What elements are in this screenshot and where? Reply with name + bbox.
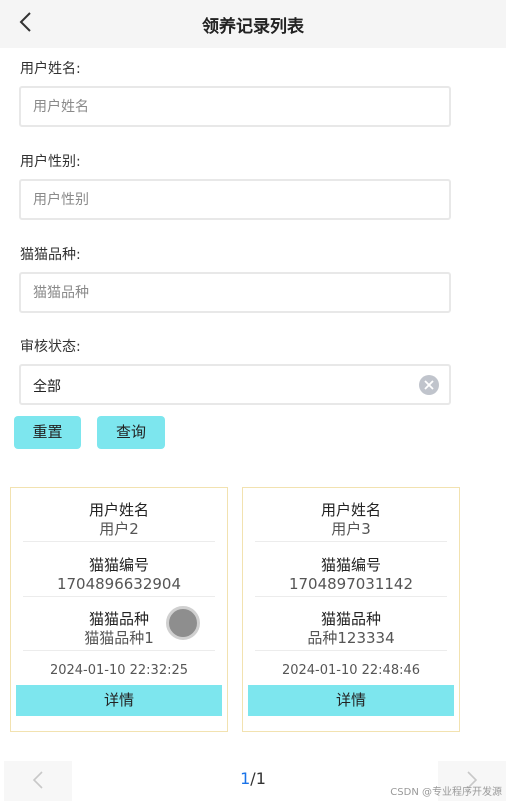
card-divider — [255, 596, 447, 597]
detail-button[interactable]: 详情 — [248, 685, 454, 716]
page-title: 领养记录列表 — [202, 17, 304, 37]
card-breed-label: 猫猫品种 — [320, 610, 381, 628]
card-cat-number-value: 1704896632904 — [56, 575, 182, 593]
card-username-label: 用户姓名 — [88, 501, 149, 519]
card-breed: 猫猫品种 品种123334 — [243, 610, 459, 648]
detail-button[interactable]: 详情 — [16, 685, 222, 716]
status-label: 审核状态: — [20, 339, 81, 355]
card-breed-value: 品种123334 — [307, 629, 395, 647]
card-username: 用户姓名 用户3 — [243, 501, 459, 539]
watermark: CSDN @专业程序开发源 — [390, 787, 502, 798]
username-label: 用户姓名: — [20, 61, 81, 77]
total-pages: /1 — [250, 769, 266, 788]
card-divider — [23, 650, 215, 651]
reset-button[interactable]: 重置 — [14, 416, 81, 449]
card-divider — [255, 650, 447, 651]
card-divider — [255, 541, 447, 542]
card-cat-number: 猫猫编号 1704896632904 — [11, 556, 227, 594]
breed-input[interactable] — [19, 272, 451, 313]
top-bar: 领养记录列表 — [0, 0, 506, 48]
card-username: 用户姓名 用户2 — [11, 501, 227, 539]
clear-icon[interactable] — [419, 375, 439, 395]
touch-indicator — [166, 606, 200, 640]
card-username-label: 用户姓名 — [320, 501, 381, 519]
record-card: 用户姓名 用户3 猫猫编号 1704897031142 猫猫品种 品种12333… — [242, 487, 460, 732]
card-divider — [23, 541, 215, 542]
card-cat-number: 猫猫编号 1704897031142 — [243, 556, 459, 594]
status-select[interactable]: 全部 — [19, 364, 451, 405]
card-timestamp: 2024-01-10 22:32:25 — [49, 663, 189, 678]
card-divider — [23, 596, 215, 597]
card-cat-number-label: 猫猫编号 — [320, 556, 381, 574]
card-username-value: 用户3 — [331, 520, 371, 538]
record-card: 用户姓名 用户2 猫猫编号 1704896632904 猫猫品种 猫猫品种1 2… — [10, 487, 228, 732]
card-username-value: 用户2 — [99, 520, 139, 538]
status-select-value: 全部 — [33, 379, 61, 395]
card-cat-number-label: 猫猫编号 — [88, 556, 149, 574]
gender-input[interactable] — [19, 179, 451, 220]
card-timestamp: 2024-01-10 22:48:46 — [281, 663, 421, 678]
username-input[interactable] — [19, 86, 451, 127]
query-button[interactable]: 查询 — [97, 416, 165, 449]
breed-label: 猫猫品种: — [20, 247, 81, 263]
gender-label: 用户性别: — [20, 154, 81, 170]
current-page: 1 — [240, 769, 251, 788]
card-cat-number-value: 1704897031142 — [288, 575, 414, 593]
